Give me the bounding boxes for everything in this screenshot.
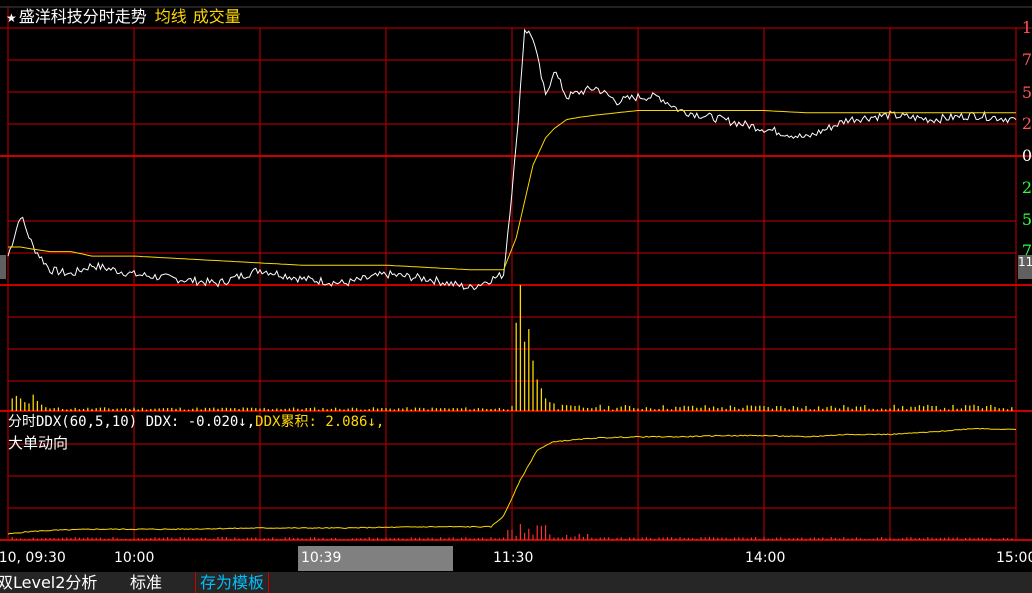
price-axis-label: 7 xyxy=(1021,50,1032,69)
time-label-1130: 11:30 xyxy=(493,550,534,566)
ddx-title: 分时DDX(60,5,10) DDX: -0.020↓,DDX累积: 2.086… xyxy=(8,413,384,431)
stock-title: 盛洋科技分时走势 xyxy=(18,7,147,26)
big-order-label: 大单动向 xyxy=(8,434,69,452)
time-axis: /10, 09:30 10:00 11:30 14:00 15:00 xyxy=(0,548,1032,570)
scroll-indicator-text: 11 xyxy=(1018,255,1032,269)
time-label-open: /10, 09:30 xyxy=(0,550,66,566)
chart-canvas xyxy=(0,6,1032,541)
tab-level2[interactable]: 双Level2分析 xyxy=(0,572,101,593)
time-label-1500: 15:00 xyxy=(996,550,1032,566)
ddx-value: DDX: -0.020↓, xyxy=(145,414,256,430)
ddx-prefix: 分时DDX(60,5,10) xyxy=(8,414,138,430)
tab-save-template[interactable]: 存为模板 xyxy=(195,572,270,593)
left-scroll-marker xyxy=(0,255,6,279)
time-label-1000: 10:00 xyxy=(114,550,155,566)
tab-standard[interactable]: 标准 xyxy=(126,572,166,593)
price-axis-label: 2 xyxy=(1021,114,1032,133)
chart-header: ★ 盛洋科技分时走势 均线 成交量 xyxy=(6,7,241,28)
volume-legend: 成交量 xyxy=(192,7,241,26)
price-axis-label: 5 xyxy=(1021,210,1032,229)
ddx-cum-value: DDX累积: 2.086↓, xyxy=(255,414,385,430)
time-label-1400: 14:00 xyxy=(745,550,786,566)
price-axis-label: 5 xyxy=(1021,83,1032,102)
price-axis-label: 0 xyxy=(1021,146,1032,165)
price-axis-label: 1 xyxy=(1021,18,1032,37)
bottom-tabs: 双Level2分析 标准 存为模板 xyxy=(0,572,1032,593)
scroll-indicator[interactable]: 11 xyxy=(1018,255,1032,279)
avg-line-legend: 均线 xyxy=(154,7,187,26)
star-icon[interactable]: ★ xyxy=(6,11,17,25)
price-axis-label: 2 xyxy=(1021,178,1032,197)
